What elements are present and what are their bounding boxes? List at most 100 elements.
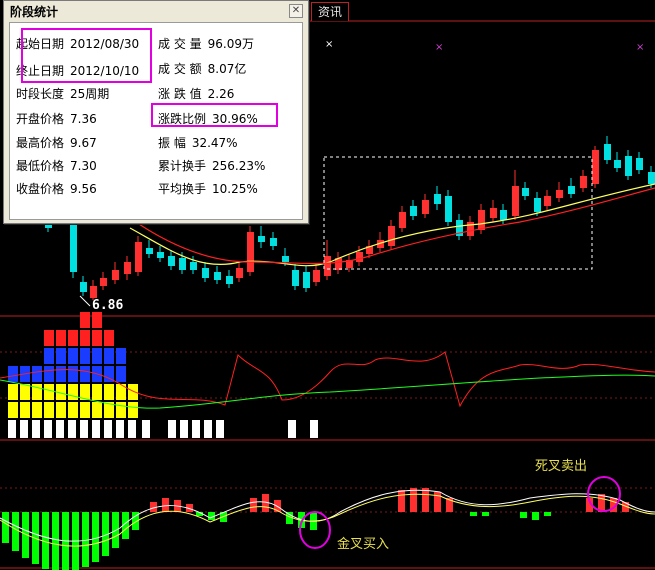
candle-body bbox=[135, 242, 142, 272]
macd-bar-negative bbox=[470, 512, 477, 516]
stat-cumulative-turnover: 累计换手 256.23% bbox=[158, 159, 266, 173]
candle-body bbox=[478, 210, 485, 230]
indicator-block bbox=[44, 384, 54, 400]
signal-bar bbox=[168, 420, 176, 438]
stat-high-price: 最高价格 9.67 bbox=[16, 136, 97, 150]
candle-body bbox=[580, 176, 587, 188]
signal-bar bbox=[92, 420, 100, 438]
candle-body bbox=[556, 190, 563, 198]
dialog-title: 阶段统计 bbox=[4, 1, 308, 23]
indicator-block bbox=[104, 348, 114, 364]
indicator-block bbox=[80, 348, 90, 364]
candle-body bbox=[202, 268, 209, 278]
macd-bar-positive bbox=[422, 488, 429, 512]
indicator-block bbox=[116, 348, 126, 364]
indicator-block bbox=[8, 366, 18, 382]
indicator-block bbox=[32, 366, 42, 382]
change-ratio-highlight bbox=[151, 103, 278, 127]
indicator-block bbox=[56, 348, 66, 364]
indicator-block bbox=[68, 348, 78, 364]
indicator-block bbox=[80, 312, 90, 328]
date-range-highlight bbox=[21, 28, 152, 83]
marker-point: × bbox=[636, 42, 644, 53]
candle-body bbox=[568, 186, 575, 194]
candle-body bbox=[512, 186, 519, 216]
signal-bar bbox=[56, 420, 64, 438]
close-icon[interactable]: ✕ bbox=[289, 4, 303, 18]
candle-body bbox=[303, 272, 310, 288]
stat-average-turnover: 平均换手 10.25% bbox=[158, 182, 258, 196]
macd-bar-negative bbox=[2, 512, 9, 543]
candle-body bbox=[258, 236, 265, 242]
candle-body bbox=[100, 278, 107, 286]
candle-body bbox=[356, 252, 363, 262]
low-price-label: 6.86 bbox=[92, 298, 124, 313]
stats-panel: 起始日期 2012/08/30 终止日期 2012/10/10 时段长度 25周期 开… bbox=[9, 22, 303, 220]
candle-body bbox=[282, 256, 289, 262]
macd-bar-negative bbox=[532, 512, 539, 520]
candle-body bbox=[168, 256, 175, 266]
signal-bar bbox=[44, 420, 52, 438]
signal-bar bbox=[20, 420, 28, 438]
stat-volume: 成 交 量 96.09万 bbox=[158, 37, 254, 51]
macd-bar-negative bbox=[52, 512, 59, 570]
candle-body bbox=[534, 198, 541, 212]
candle-body bbox=[112, 270, 119, 280]
indicator-block bbox=[104, 330, 114, 346]
indicator-block bbox=[68, 366, 78, 382]
macd-bar-negative bbox=[544, 512, 551, 516]
indicator-block bbox=[44, 366, 54, 382]
macd-bar-negative bbox=[42, 512, 49, 569]
signal-bar bbox=[142, 420, 150, 438]
indicator-block bbox=[92, 330, 102, 346]
candle-body bbox=[324, 256, 331, 276]
indicator-block bbox=[20, 402, 30, 418]
indicator-block bbox=[56, 330, 66, 346]
signal-bar bbox=[216, 420, 224, 438]
candle-body bbox=[604, 144, 611, 160]
stock-chart-window: × × × 资讯 6.86 死叉卖出 金叉买入 阶段统计 ✕ 起始日期 2012/08… bbox=[0, 0, 655, 570]
tab-info[interactable]: 资讯 bbox=[311, 2, 350, 21]
signal-bar bbox=[80, 420, 88, 438]
candle-body bbox=[445, 196, 452, 222]
signal-bar bbox=[204, 420, 212, 438]
indicator-block bbox=[56, 402, 66, 418]
stat-open-price: 开盘价格 7.36 bbox=[16, 112, 97, 126]
indicator-block bbox=[80, 330, 90, 346]
indicator-block bbox=[56, 366, 66, 382]
candle-body bbox=[592, 150, 599, 184]
indicator-block bbox=[128, 384, 138, 400]
stat-change-value: 涨 跌 值 2.26 bbox=[158, 87, 235, 101]
indicator-block bbox=[44, 402, 54, 418]
signal-bar bbox=[116, 420, 124, 438]
candle-body bbox=[648, 172, 655, 184]
signal-bar bbox=[32, 420, 40, 438]
candle-body bbox=[179, 258, 186, 270]
macd-bar-negative bbox=[12, 512, 19, 551]
candle-body bbox=[388, 226, 395, 246]
candle-body bbox=[500, 210, 507, 220]
candle-body bbox=[124, 262, 131, 274]
marker-point: × bbox=[435, 42, 443, 53]
candle-body bbox=[625, 156, 632, 176]
low-pointer bbox=[79, 295, 91, 307]
candle-body bbox=[80, 282, 87, 292]
indicator-block bbox=[68, 330, 78, 346]
signal-bar bbox=[68, 420, 76, 438]
stat-period-length: 时段长度 25周期 bbox=[16, 87, 110, 101]
candle-body bbox=[90, 286, 97, 298]
candle-body bbox=[614, 160, 621, 168]
indicator-block bbox=[20, 384, 30, 400]
indicator-block bbox=[116, 366, 126, 382]
indicator-block bbox=[92, 312, 102, 328]
macd-bar-negative bbox=[482, 512, 489, 516]
candle-body bbox=[292, 270, 299, 286]
candle-body bbox=[410, 206, 417, 216]
candle-body bbox=[146, 248, 153, 254]
signal-bar bbox=[192, 420, 200, 438]
signal-bar bbox=[288, 420, 296, 438]
signal-bar bbox=[104, 420, 112, 438]
indicator-block bbox=[44, 348, 54, 364]
candle-body bbox=[490, 208, 497, 218]
candle-body bbox=[157, 252, 164, 258]
